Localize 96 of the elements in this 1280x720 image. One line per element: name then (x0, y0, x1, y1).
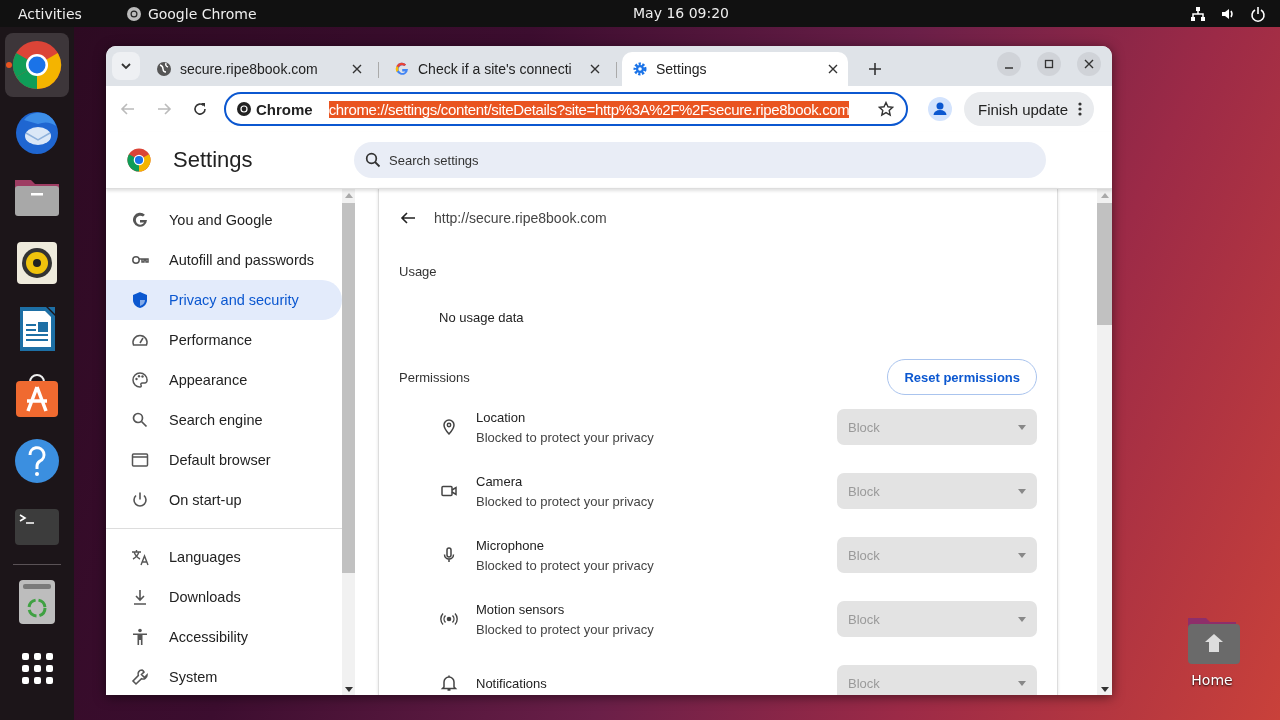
scroll-down-icon[interactable] (1100, 687, 1109, 692)
address-bar[interactable]: Chrome chrome://settings/content/siteDetails?site=http%3A%2F%2Fsecure.ripe8book.com (224, 92, 908, 126)
wrench-icon (131, 668, 149, 686)
tab-search-button[interactable] (112, 52, 140, 80)
nav-item[interactable]: Search engine (106, 400, 342, 440)
search-icon (131, 411, 149, 429)
permission-name: Camera (476, 473, 524, 489)
minimize-button[interactable] (997, 52, 1021, 76)
permission-dropdown: Block (837, 601, 1037, 637)
reset-permissions-button[interactable]: Reset permissions (887, 359, 1037, 395)
activities-button[interactable]: Activities (18, 5, 82, 22)
caret-icon (120, 62, 132, 70)
nav-item[interactable]: Downloads (106, 577, 342, 617)
chrome-logo-icon (127, 148, 151, 172)
scroll-thumb[interactable] (342, 203, 355, 573)
more-icon (1078, 101, 1083, 117)
chrome-icon (236, 101, 252, 117)
search-icon (365, 152, 381, 168)
scroll-thumb[interactable] (1097, 203, 1112, 325)
permission-dropdown: Block (837, 665, 1037, 695)
caret-icon (1018, 616, 1026, 622)
permission-status: Blocked to protect your privacy (476, 557, 655, 573)
section-heading: Permissions (399, 369, 470, 385)
caret-icon (1018, 424, 1026, 430)
browser-tab[interactable]: Settings (622, 52, 848, 86)
browser-icon (131, 451, 149, 469)
settings-title: Settings (173, 147, 254, 173)
new-tab-icon[interactable] (868, 62, 882, 76)
close-button[interactable] (1077, 52, 1101, 76)
caret-icon (1018, 488, 1026, 494)
settings-icon (632, 61, 648, 77)
url-text: chrome://settings/content/siteDetails?site=http%3A%2F%2Fsecure.ripe8book.com (328, 100, 850, 118)
network-icon[interactable] (1190, 5, 1206, 22)
location-icon (440, 418, 458, 436)
caret-icon (1018, 552, 1026, 558)
maximize-icon (1044, 59, 1054, 69)
bell-icon (440, 674, 458, 692)
close-icon[interactable] (590, 64, 600, 74)
nav-item[interactable]: You and Google (106, 200, 342, 240)
minimize-icon (1005, 67, 1013, 69)
close-icon[interactable] (828, 64, 838, 74)
reload-icon[interactable] (192, 101, 208, 117)
globe-icon (156, 61, 172, 77)
accessibility-icon (131, 628, 149, 646)
help-icon[interactable] (12, 436, 62, 486)
shield-icon (131, 291, 149, 309)
running-indicator (6, 62, 12, 68)
scroll-down-icon[interactable] (344, 687, 353, 692)
nav-item[interactable]: System (106, 657, 342, 695)
nav-item[interactable]: Autofill and passwords (106, 240, 342, 280)
g-logo-icon (394, 61, 410, 77)
permission-name: Location (476, 409, 527, 425)
power-icon (131, 491, 149, 509)
nav-item[interactable]: Performance (106, 320, 342, 360)
scrollbar[interactable] (342, 189, 355, 695)
permission-dropdown: Block (837, 537, 1037, 573)
usage-text: No usage data (439, 310, 525, 325)
nav-item[interactable]: Privacy and security (106, 280, 342, 320)
search-field[interactable]: Search settings (354, 142, 1046, 178)
chrome-label: Chrome (256, 100, 313, 118)
running-app-highlight[interactable] (5, 33, 69, 97)
permission-status: Blocked to protect your privacy (476, 621, 655, 637)
folder-label[interactable]: Home (1191, 672, 1233, 688)
permission-name: Microphone (476, 537, 545, 553)
clock[interactable]: May 16 09:20 (633, 5, 729, 21)
translate-icon (131, 548, 149, 566)
permission-dropdown: Block (837, 473, 1037, 509)
caret-icon (1018, 680, 1026, 686)
permission-status: Blocked to protect your privacy (476, 493, 655, 509)
permission-status: Blocked to protect your privacy (476, 429, 655, 445)
close-icon (1084, 59, 1094, 69)
nav-item[interactable]: Appearance (106, 360, 342, 400)
download-icon (131, 588, 149, 606)
google-icon (131, 211, 149, 229)
chrome-icon[interactable] (12, 40, 62, 90)
section-heading: Usage (399, 264, 438, 280)
chrome-icon (125, 5, 142, 22)
app-menu[interactable]: Google Chrome (125, 5, 257, 22)
permission-dropdown: Block (837, 409, 1037, 445)
permission-name: Notifications (476, 675, 548, 691)
profile-icon[interactable] (928, 97, 952, 121)
permission-name: Motion sensors (476, 601, 566, 617)
nav-item[interactable]: Accessibility (106, 617, 342, 657)
maximize-button[interactable] (1037, 52, 1061, 76)
scrollbar[interactable] (1097, 189, 1112, 695)
palette-icon (131, 371, 149, 389)
site-address: http://secure.ripe8book.com (434, 210, 607, 226)
back-arrow-icon[interactable] (400, 210, 416, 226)
motion-icon (440, 610, 458, 628)
finish-update-button[interactable]: Finish update (964, 92, 1095, 126)
nav-item[interactable]: Default browser (106, 440, 342, 480)
nav-item[interactable]: On start-up (106, 480, 342, 520)
power-icon[interactable] (1250, 5, 1266, 22)
bookmark-star-icon[interactable] (878, 101, 894, 117)
close-icon[interactable] (352, 64, 362, 74)
nav-item[interactable]: Languages (106, 537, 342, 577)
